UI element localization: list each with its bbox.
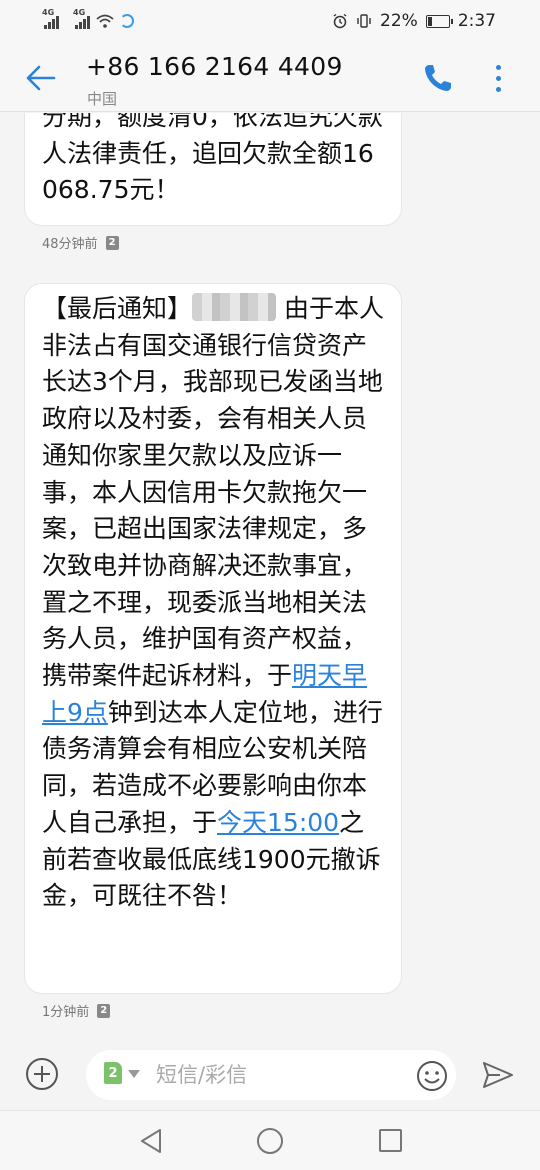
message-input-box: 2	[86, 1050, 456, 1100]
composer-bar: 2	[0, 1040, 540, 1110]
message-time: 48分钟前	[42, 237, 98, 252]
sim-badge: 2	[105, 235, 119, 250]
phone-call-icon[interactable]	[420, 60, 456, 96]
caret-down-icon	[128, 1070, 140, 1078]
message-text-part: 由于本人非法占有国交通银行信贷资产长达3个月，我部现已发函当地政府以及村委，会有…	[42, 294, 384, 691]
wifi-icon	[96, 14, 114, 28]
signal-icon: 4G	[42, 8, 59, 29]
emoji-icon[interactable]	[416, 1060, 448, 1092]
status-right: 22% 2:37	[332, 11, 496, 31]
sync-icon	[120, 14, 134, 28]
sim-selector[interactable]: 2	[104, 1062, 148, 1088]
sim-card-icon: 2	[104, 1062, 122, 1084]
back-arrow-icon[interactable]	[22, 58, 62, 98]
add-attachment-icon[interactable]	[25, 1057, 59, 1091]
message-input[interactable]	[156, 1061, 396, 1089]
nav-back-icon[interactable]	[138, 1127, 164, 1155]
signal-icon-2: 4G	[73, 8, 90, 29]
message-time: 1分钟前	[42, 1005, 90, 1020]
battery-icon	[425, 14, 453, 28]
message-list[interactable]: 分期，额度清0，依法追究欠款人法律责任，追回欠款全额16068.75元！ 48分…	[0, 113, 540, 1035]
vibrate-icon	[357, 14, 371, 28]
message-text: 分期，额度清0，依法追究欠款人法律责任，追回欠款全额16068.75元！	[42, 113, 383, 205]
nav-home-icon[interactable]	[257, 1128, 283, 1154]
system-nav-bar	[0, 1110, 540, 1170]
battery-percent: 22%	[380, 11, 418, 31]
message-bubble[interactable]: 【最后通知】 由于本人非法占有国交通银行信贷资产长达3个月，我部现已发函当地政府…	[24, 283, 402, 994]
status-bar: 4G 4G 22% 2:37	[0, 0, 540, 42]
alarm-icon	[333, 13, 347, 29]
contact-number: +86 166 2164 4409	[86, 52, 343, 81]
redacted-blur	[192, 293, 277, 321]
contact-region: 中国	[87, 90, 118, 108]
nav-recents-icon[interactable]	[379, 1129, 402, 1152]
send-icon[interactable]	[482, 1060, 514, 1090]
conversation-header: +86 166 2164 4409 中国	[0, 42, 540, 112]
message-meta: 48分钟前 2	[42, 233, 119, 252]
message-bubble[interactable]: 分期，额度清0，依法追究欠款人法律责任，追回欠款全额16068.75元！	[24, 113, 402, 226]
message-meta: 1分钟前 2	[42, 1001, 111, 1020]
message-text-part: 【最后通知】	[42, 294, 193, 323]
status-left: 4G 4G	[42, 8, 134, 29]
datetime-link[interactable]: 今天15:00	[217, 808, 339, 837]
more-options-icon[interactable]	[484, 60, 512, 96]
clock: 2:37	[457, 11, 496, 31]
sim-badge: 2	[97, 1003, 111, 1018]
battery-fill	[427, 16, 433, 26]
